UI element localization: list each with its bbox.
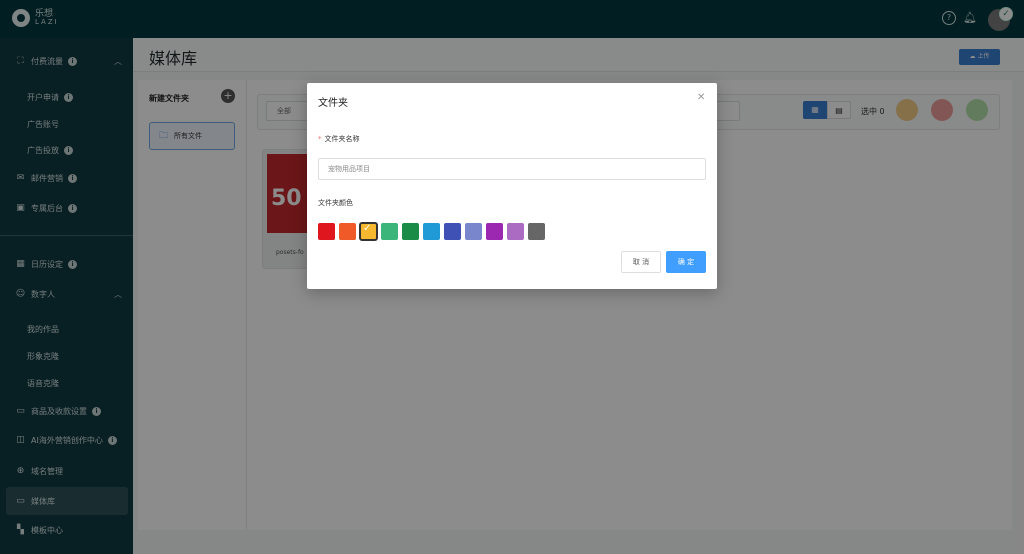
color-swatch[interactable] [528, 223, 545, 240]
color-swatch[interactable] [507, 223, 524, 240]
color-swatch[interactable] [359, 222, 378, 241]
confirm-button[interactable]: 确 定 [666, 251, 706, 273]
folder-color-label: 文件夹颜色 [318, 199, 353, 207]
color-swatch[interactable] [444, 223, 461, 240]
color-swatch[interactable] [423, 223, 440, 240]
required-mark: * [318, 135, 322, 143]
color-swatch[interactable] [381, 223, 398, 240]
color-swatch[interactable] [486, 223, 503, 240]
close-icon[interactable]: ✕ [697, 92, 705, 103]
color-swatch[interactable] [318, 223, 335, 240]
folder-dialog: 文件夹 ✕ *文件夹名称 宠物用品项目 文件夹颜色 取 消 确 定 [307, 83, 717, 289]
dialog-title: 文件夹 [318, 98, 348, 109]
color-swatch[interactable] [465, 223, 482, 240]
color-swatch[interactable] [339, 223, 356, 240]
color-swatch[interactable] [402, 223, 419, 240]
folder-name-label: 文件夹名称 [324, 135, 360, 143]
color-picker [318, 222, 549, 241]
cancel-button[interactable]: 取 消 [621, 251, 661, 273]
folder-name-input[interactable]: 宠物用品项目 [318, 158, 706, 180]
